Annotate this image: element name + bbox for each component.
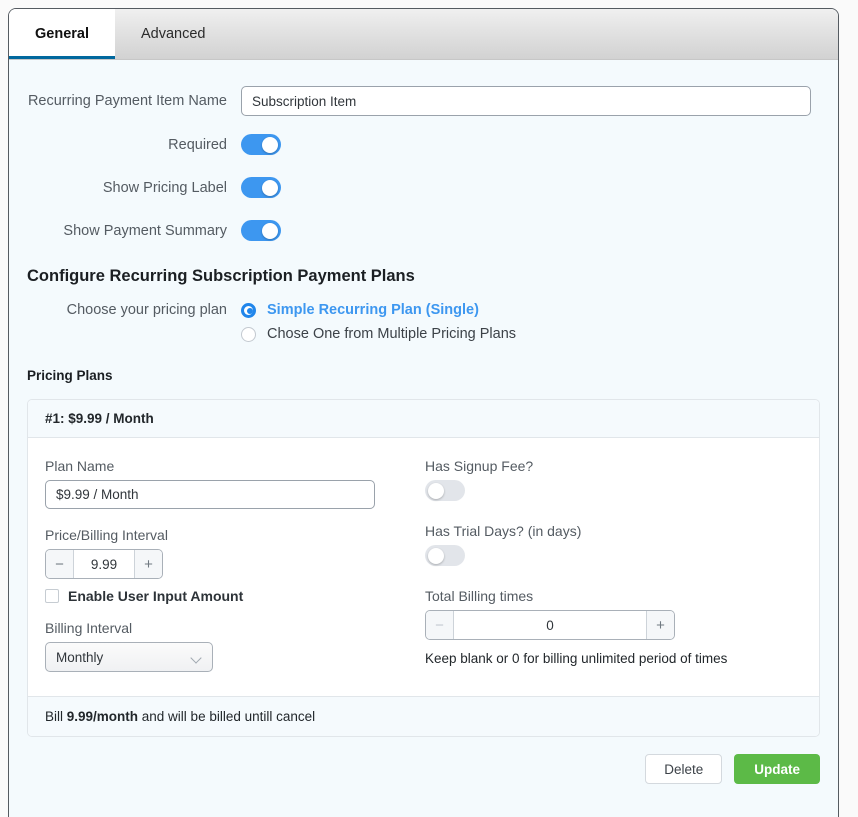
total-billing-times-label: Total Billing times (425, 588, 802, 604)
show-pricing-label-toggle[interactable] (241, 177, 281, 198)
row-show-payment-summary: Show Payment Summary (9, 220, 838, 241)
enable-user-input-amount-checkbox-row[interactable]: Enable User Input Amount (45, 588, 425, 604)
radio-selected-icon (241, 303, 256, 318)
toggle-knob (262, 180, 278, 196)
show-payment-summary-toggle[interactable] (241, 220, 281, 241)
price-stepper: − 9.99 + (45, 549, 163, 579)
radio-option-simple-recurring[interactable]: Simple Recurring Plan (Single) (241, 302, 820, 318)
pricing-plan-radio-group: Simple Recurring Plan (Single) Chose One… (241, 302, 820, 342)
pricing-plan-card-footer: Bill 9.99/month and will be billed until… (28, 696, 819, 736)
price-decrement-button[interactable]: − (46, 550, 74, 578)
total-billing-times-stepper: − 0 + (425, 610, 675, 640)
price-value[interactable]: 9.99 (74, 550, 134, 578)
billing-summary-suffix: and will be billed untill cancel (138, 709, 315, 724)
row-required: Required (9, 134, 838, 155)
trial-days-toggle[interactable] (425, 545, 465, 566)
row-item-name: Recurring Payment Item Name (9, 86, 838, 116)
billing-interval-label: Billing Interval (45, 620, 425, 636)
tab-advanced[interactable]: Advanced (115, 9, 232, 59)
billing-summary-prefix: Bill (45, 709, 67, 724)
signup-fee-toggle[interactable] (425, 480, 465, 501)
delete-button[interactable]: Delete (645, 754, 722, 784)
tab-advanced-label: Advanced (141, 26, 206, 42)
panel-body: Recurring Payment Item Name Required Sho… (9, 60, 838, 817)
configure-section-title: Configure Recurring Subscription Payment… (9, 267, 838, 286)
chevron-down-icon (190, 652, 201, 663)
price-increment-button[interactable]: + (134, 550, 162, 578)
tab-general-label: General (35, 26, 89, 42)
pricing-plan-card: #1: $9.99 / Month Plan Name Price/Billin… (27, 399, 820, 737)
pricing-plans-heading: Pricing Plans (9, 368, 838, 383)
toggle-knob (262, 137, 278, 153)
choose-plan-label: Choose your pricing plan (27, 302, 241, 318)
plan-right-column: Has Signup Fee? Has Trial Days? (in days… (425, 458, 802, 672)
settings-panel: General Advanced Recurring Payment Item … (8, 8, 839, 817)
toggle-knob (262, 223, 278, 239)
plan-name-label: Plan Name (45, 458, 425, 474)
toggle-knob (428, 483, 444, 499)
trial-days-label: Has Trial Days? (in days) (425, 523, 802, 539)
item-name-input[interactable] (241, 86, 811, 116)
billing-summary-amount: 9.99/month (67, 709, 138, 724)
total-billing-times-value[interactable]: 0 (454, 611, 646, 639)
row-show-pricing-label: Show Pricing Label (9, 177, 838, 198)
plan-name-input[interactable] (45, 480, 375, 509)
toggle-knob (428, 548, 444, 564)
total-billing-times-increment-button[interactable]: + (646, 611, 674, 639)
total-billing-times-hint: Keep blank or 0 for billing unlimited pe… (425, 651, 802, 666)
radio-unselected-icon (241, 327, 256, 342)
radio-option-simple-recurring-label: Simple Recurring Plan (Single) (267, 302, 479, 318)
tab-general[interactable]: General (9, 9, 115, 59)
price-interval-label: Price/Billing Interval (45, 527, 425, 543)
form-actions: Delete Update (9, 737, 838, 784)
screen: General Advanced Recurring Payment Item … (0, 0, 858, 817)
enable-user-input-amount-label: Enable User Input Amount (68, 588, 243, 604)
item-name-label: Recurring Payment Item Name (27, 93, 241, 109)
billing-interval-value: Monthly (56, 650, 103, 665)
billing-interval-select[interactable]: Monthly (45, 642, 213, 672)
tab-bar: General Advanced (9, 9, 838, 60)
pricing-plan-card-body: Plan Name Price/Billing Interval − 9.99 … (28, 438, 819, 696)
plan-left-column: Plan Name Price/Billing Interval − 9.99 … (45, 458, 425, 672)
required-toggle[interactable] (241, 134, 281, 155)
update-button[interactable]: Update (734, 754, 820, 784)
row-choose-plan: Choose your pricing plan Simple Recurrin… (9, 302, 838, 342)
show-pricing-label-label: Show Pricing Label (27, 180, 241, 196)
signup-fee-label: Has Signup Fee? (425, 458, 802, 474)
required-label: Required (27, 137, 241, 153)
pricing-plan-card-header: #1: $9.99 / Month (28, 400, 819, 438)
radio-option-multiple-plans-label: Chose One from Multiple Pricing Plans (267, 326, 516, 342)
total-billing-times-decrement-button[interactable]: − (426, 611, 454, 639)
radio-option-multiple-plans[interactable]: Chose One from Multiple Pricing Plans (241, 326, 820, 342)
show-payment-summary-label: Show Payment Summary (27, 223, 241, 239)
checkbox-icon (45, 589, 59, 603)
